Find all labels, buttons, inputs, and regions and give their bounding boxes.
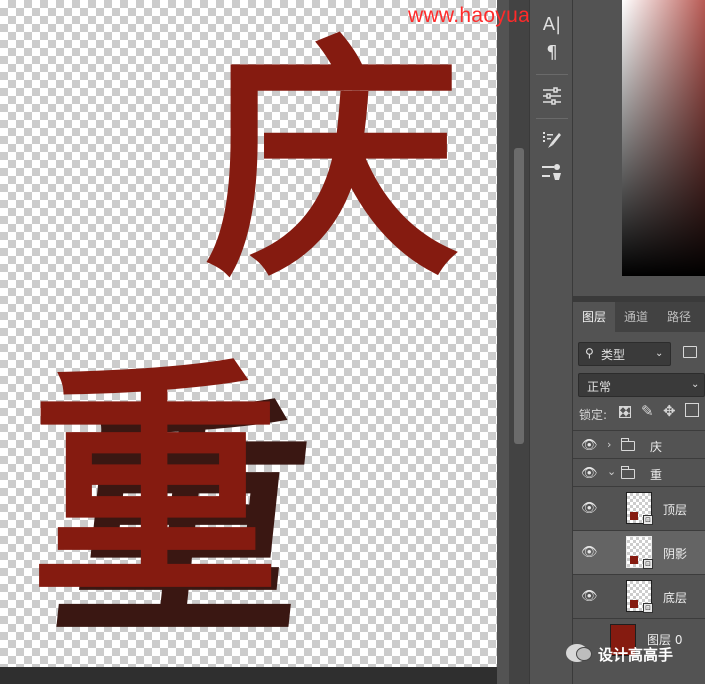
layer-filter-select[interactable]: ⚲ 类型 ⌄ (578, 342, 671, 366)
chevron-down-icon: ⌄ (655, 348, 664, 359)
glyph-qing: 庆 (205, 15, 461, 312)
tab-paths[interactable]: 路径 (661, 302, 705, 332)
lock-artboard-icon[interactable] (685, 403, 699, 417)
tool-divider (536, 74, 568, 75)
scrollbar-thumb[interactable] (514, 148, 524, 444)
lock-transparency-icon[interactable] (619, 406, 631, 418)
layer-thumbnail: ⊡ (626, 492, 653, 525)
layer-row[interactable]: 👁 ⊡ 顶层 (573, 486, 705, 530)
layer-row[interactable]: 👁 ⊡ 底层 (573, 574, 705, 618)
lock-pixels-icon[interactable]: ✎ (641, 402, 654, 420)
lock-label: 锁定: (579, 408, 608, 422)
layer-row[interactable]: 👁 › 庆 (573, 430, 705, 458)
footer-watermark: 设计高高手 (566, 640, 705, 668)
brush-settings-icon[interactable] (536, 124, 568, 156)
visibility-eye-icon[interactable]: 👁 (581, 501, 598, 516)
filter-label: 类型 (601, 348, 626, 362)
visibility-eye-icon[interactable]: 👁 (581, 589, 598, 604)
lock-position-icon[interactable]: ✥ (663, 402, 676, 420)
chevron-right-icon[interactable]: › (607, 438, 611, 451)
chevron-down-icon: ⌄ (691, 379, 700, 390)
canvas-vertical-scrollbar[interactable] (509, 0, 529, 684)
document-canvas[interactable]: 庆 重 重 (0, 0, 497, 667)
panel-tool-strip: A| ¶ (529, 0, 573, 684)
wechat-icon (566, 644, 592, 662)
color-panel (573, 0, 705, 296)
footer-watermark-text: 设计高高手 (598, 646, 674, 664)
color-picker-field[interactable] (622, 0, 705, 276)
canvas-bottom-bar (0, 667, 497, 684)
tab-channels[interactable]: 通道 (617, 302, 659, 332)
paragraph-panel-icon[interactable]: ¶ (536, 36, 568, 68)
glyph-zhong-group: 重 重 (30, 339, 323, 668)
image-filter-icon[interactable] (683, 346, 697, 358)
blend-mode-select[interactable]: 正常 ⌄ (578, 373, 705, 397)
layer-name: 底层 (663, 591, 688, 605)
layer-thumbnail: ⊡ (626, 536, 653, 569)
visibility-eye-icon[interactable]: 👁 (581, 438, 598, 453)
brush-presets-icon[interactable] (536, 156, 568, 188)
layers-tab-bar: 图层 通道 路径 (573, 302, 705, 332)
folder-icon (621, 466, 635, 479)
layer-thumbnail: ⊡ (626, 580, 653, 613)
layer-name: 重 (650, 468, 663, 482)
visibility-eye-icon[interactable]: 👁 (581, 466, 598, 481)
tool-divider (536, 118, 568, 119)
glyph-zhong-main: 重 (30, 339, 280, 630)
layer-row-selected[interactable]: 👁 ⊡ 阴影 (573, 530, 705, 574)
layer-name: 顶层 (663, 503, 688, 517)
canvas-gutter (497, 0, 509, 684)
folder-icon (621, 438, 635, 451)
chevron-down-icon[interactable]: ⌄ (607, 465, 616, 478)
tab-layers[interactable]: 图层 (573, 302, 615, 332)
layer-name: 庆 (650, 440, 663, 454)
layer-name: 阴影 (663, 547, 688, 561)
layer-row[interactable]: 👁 ⌄ 重 (573, 458, 705, 486)
adjustments-icon[interactable] (536, 80, 568, 112)
visibility-eye-icon[interactable]: 👁 (581, 545, 598, 560)
search-icon: ⚲ (585, 346, 594, 360)
layers-panel: 图层 通道 路径 ⚲ 类型 ⌄ 正常 ⌄ 锁定: ✎ ✥ 👁 › 庆 👁 ⌄ 重… (573, 302, 705, 684)
blend-mode-value: 正常 (587, 380, 612, 394)
